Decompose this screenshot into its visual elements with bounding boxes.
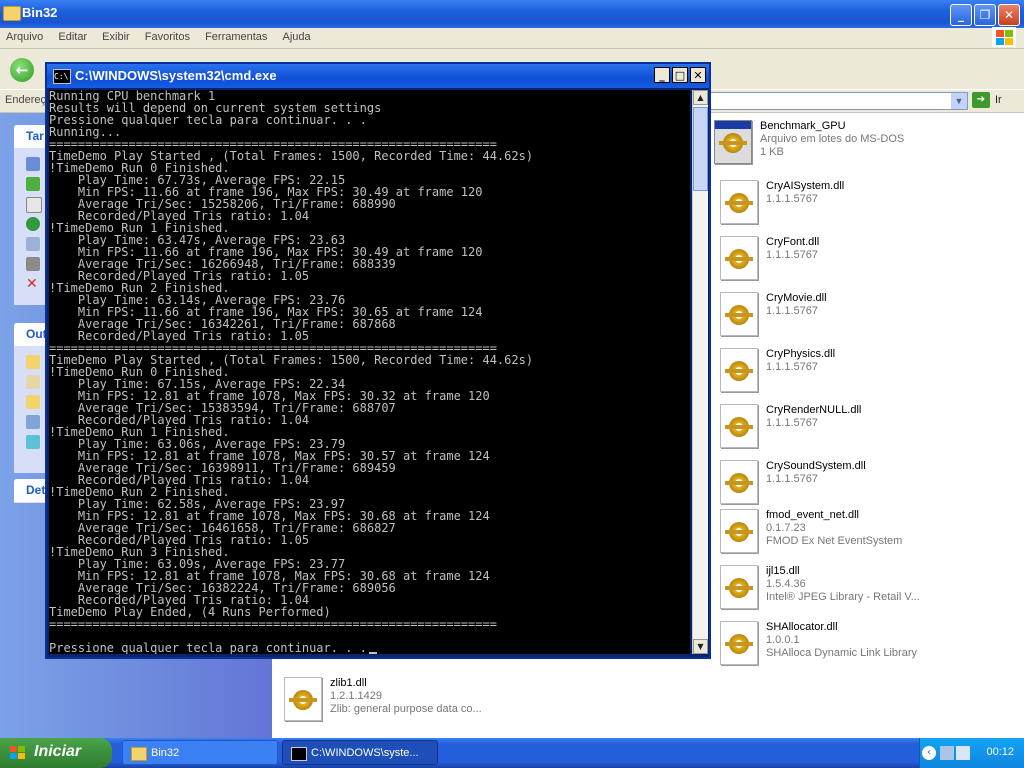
file-item[interactable]: Benchmark_GPU Arquivo em lotes do MS-DOS… <box>714 118 994 170</box>
address-input[interactable]: ▼ <box>710 92 968 110</box>
dll-file-icon <box>720 565 758 609</box>
explorer-titlebar[interactable]: Bin32 _ ❐ ✕ <box>0 0 1024 28</box>
menu-favoritos[interactable]: Favoritos <box>139 28 196 46</box>
scroll-down-icon[interactable]: ▼ <box>693 639 708 654</box>
dll-file-icon <box>720 509 758 553</box>
close-button[interactable]: ✕ <box>690 67 706 83</box>
file-item[interactable]: CryMovie.dll 1.1.1.5767 <box>720 290 1000 342</box>
console-line: Pressione qualquer tecla para continuar.… <box>49 113 367 127</box>
network-icon <box>26 435 40 449</box>
cmd-window: C:\ C:\WINDOWS\system32\cmd.exe _ □ ✕ Ru… <box>45 62 711 659</box>
menu-exibir[interactable]: Exibir <box>96 28 136 46</box>
minimize-button[interactable]: _ <box>950 4 972 26</box>
go-button[interactable]: Ir <box>995 94 1002 106</box>
rename-icon <box>26 157 40 171</box>
folder-icon <box>26 395 40 409</box>
folder-icon <box>3 6 21 21</box>
taskbar-button-cmd[interactable]: C:\WINDOWS\syste... <box>282 740 438 765</box>
volume-icon[interactable] <box>956 746 970 760</box>
menu-arquivo[interactable]: Arquivo <box>0 28 49 46</box>
dll-file-icon <box>720 292 758 336</box>
menu-ajuda[interactable]: Ajuda <box>276 28 316 46</box>
copy-icon <box>26 197 42 213</box>
computer-icon <box>26 415 40 429</box>
maximize-button[interactable]: ❐ <box>974 4 996 26</box>
console-output[interactable]: Running CPU benchmark 1 Results will depe… <box>49 90 690 654</box>
email-icon <box>26 237 40 251</box>
dll-file-icon <box>720 404 758 448</box>
explorer-title: Bin32 <box>22 5 58 20</box>
cmd-titlebar[interactable]: C:\ C:\WINDOWS\system32\cmd.exe _ □ ✕ <box>47 64 709 88</box>
text-cursor <box>368 652 377 654</box>
system-tray: ‹ 00:12 <box>919 738 1024 768</box>
close-button[interactable]: ✕ <box>998 4 1020 26</box>
publish-icon <box>26 217 40 231</box>
dll-file-icon <box>720 180 758 224</box>
cmd-title: C:\WINDOWS\system32\cmd.exe <box>75 68 277 83</box>
file-item[interactable]: CryAISystem.dll 1.1.1.5767 <box>720 178 1000 230</box>
menu-ferramentas[interactable]: Ferramentas <box>199 28 273 46</box>
back-arrow-icon[interactable]: ← <box>10 58 34 82</box>
console-line: Pressione qualquer tecla para continuar.… <box>49 642 690 654</box>
dll-file-icon <box>720 348 758 392</box>
taskbar-button-bin32[interactable]: Bin32 <box>122 740 278 765</box>
dll-file-icon <box>720 621 758 665</box>
console-icon: C:\ <box>53 69 71 84</box>
menu-bar: Arquivo Editar Exibir Favoritos Ferramen… <box>0 28 1024 49</box>
file-item[interactable]: CrySoundSystem.dll 1.1.1.5767 <box>720 458 1000 510</box>
minimize-button[interactable]: _ <box>654 67 670 83</box>
go-arrow-icon[interactable]: ➔ <box>972 92 990 108</box>
file-item[interactable]: CryFont.dll 1.1.1.5767 <box>720 234 1000 286</box>
console-line: ========================================… <box>49 617 497 631</box>
chevron-left-icon[interactable]: ‹ <box>922 746 936 760</box>
move-icon <box>26 177 40 191</box>
dll-file-icon <box>720 460 758 504</box>
taskbar: Iniciar Bin32 C:\WINDOWS\syste... ‹ 00:1… <box>0 738 1024 768</box>
delete-icon: ✕ <box>26 276 38 292</box>
network-icon[interactable] <box>940 746 954 760</box>
file-item[interactable]: ijl15.dll 1.5.4.36 Intel® JPEG Library -… <box>720 563 1000 615</box>
dll-file-icon <box>284 677 322 721</box>
windows-logo-icon <box>10 746 26 760</box>
folder-icon <box>26 355 40 369</box>
windows-logo-icon <box>992 27 1016 47</box>
scrollbar[interactable]: ▲ ▼ <box>692 90 708 654</box>
maximize-button[interactable]: □ <box>672 67 688 83</box>
dll-file-icon <box>720 236 758 280</box>
folder-icon <box>131 747 147 761</box>
scroll-thumb[interactable] <box>693 107 708 191</box>
chevron-down-icon[interactable]: ▼ <box>951 93 967 109</box>
file-item[interactable]: zlib1.dll 1.2.1.1429 Zlib: general purpo… <box>284 675 564 727</box>
batch-file-icon <box>714 120 752 164</box>
menu-editar[interactable]: Editar <box>52 28 93 46</box>
print-icon <box>26 257 40 271</box>
documents-icon <box>26 375 40 389</box>
file-item[interactable]: CryPhysics.dll 1.1.1.5767 <box>720 346 1000 398</box>
start-button[interactable]: Iniciar <box>0 738 112 768</box>
file-item[interactable]: fmod_event_net.dll 0.1.7.23 FMOD Ex Net … <box>720 507 1000 559</box>
file-item[interactable]: CryRenderNULL.dll 1.1.1.5767 <box>720 402 1000 454</box>
scroll-up-icon[interactable]: ▲ <box>693 90 708 105</box>
clock: 00:12 <box>986 746 1014 758</box>
console-icon <box>291 747 307 761</box>
file-item[interactable]: SHAllocator.dll 1.0.0.1 SHAlloca Dynamic… <box>720 619 1000 671</box>
